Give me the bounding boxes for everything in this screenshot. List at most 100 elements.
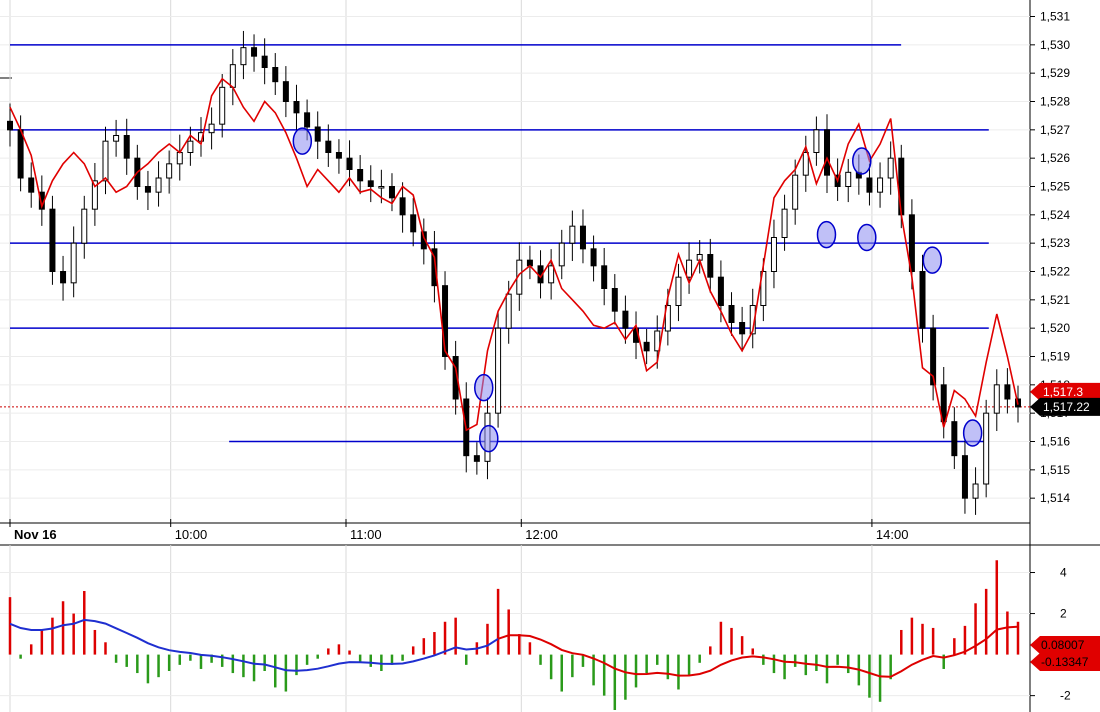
candle	[590, 235, 597, 282]
candle-body-up	[166, 163, 173, 179]
candle-body-up	[569, 225, 576, 244]
candle	[293, 84, 300, 130]
candle-body-down	[739, 322, 746, 335]
candle-body-down	[1004, 384, 1011, 400]
candle	[70, 226, 77, 298]
candle-body-down	[60, 271, 67, 284]
candle-body-down	[144, 186, 151, 193]
candle	[81, 195, 88, 259]
candle	[240, 30, 247, 80]
candlesticks[interactable]	[7, 30, 1021, 515]
candle	[781, 194, 788, 251]
candle-body-down	[123, 135, 130, 159]
candle	[176, 134, 183, 181]
candle-body-up	[993, 384, 1000, 414]
candle-body-up	[887, 157, 894, 179]
candle-body-up	[802, 152, 809, 176]
candle-body-up	[675, 276, 682, 306]
osc-value-tag: 0.08007	[1030, 636, 1100, 654]
osc-horizontal-gridlines	[0, 572, 1030, 697]
y-tick-label: 1,520	[1040, 321, 1070, 335]
osc-signal-red	[497, 625, 1019, 678]
candle-body-up	[792, 174, 799, 210]
candle	[325, 124, 332, 167]
candle	[611, 274, 618, 325]
candle	[845, 159, 852, 203]
candle	[643, 329, 650, 365]
chart-window: 1,5141,5151,5161,5171,5181,5191,5201,521…	[0, 0, 1100, 712]
indicator-line	[9, 77, 1019, 432]
candle-body-up	[155, 177, 162, 193]
candle-body-down	[357, 169, 364, 182]
candle	[739, 306, 746, 352]
candle	[569, 210, 576, 262]
candle-body-down	[611, 288, 618, 312]
candle-body-down	[272, 67, 279, 83]
candle-body-down	[410, 214, 417, 233]
candle	[219, 74, 226, 138]
candle	[877, 162, 884, 208]
touch-markers	[292, 127, 983, 453]
chart-canvas[interactable]: 1,5141,5151,5161,5171,5181,5191,5201,521…	[0, 0, 1100, 712]
horizontal-gridlines	[0, 16, 1030, 499]
candle-body-down	[304, 112, 311, 128]
x-tick-label: Nov 16	[14, 527, 57, 542]
candle	[824, 114, 831, 194]
candle-body-down	[824, 129, 831, 176]
candle-body-down	[282, 81, 289, 102]
candle-body-up	[187, 140, 194, 154]
candle-body-down	[919, 271, 926, 329]
candle-body-down	[643, 341, 650, 352]
candle	[28, 162, 35, 208]
candle-body-down	[335, 152, 342, 159]
osc-tick-label: 4	[1060, 566, 1067, 580]
touch-circle	[292, 127, 313, 155]
candle-body-down	[28, 177, 35, 193]
touch-circle	[474, 373, 494, 402]
y-tick-label: 1,522	[1040, 265, 1070, 279]
candle	[601, 247, 608, 306]
candle-body-down	[622, 310, 629, 329]
red-line-tag-label: 1,517.3	[1043, 385, 1083, 399]
indicator-path	[9, 77, 1019, 432]
candle-body-down	[261, 55, 268, 69]
candle	[314, 111, 321, 160]
candle-body-up	[686, 259, 693, 278]
candle	[60, 255, 67, 301]
price-axis-ticks: 1,5141,5151,5161,5171,5181,5191,5201,521…	[1030, 10, 1070, 505]
candle	[919, 254, 926, 343]
candle-body-up	[229, 64, 236, 88]
candle	[113, 119, 120, 157]
candle-body-up	[176, 152, 183, 165]
y-tick-label: 1,529	[1040, 66, 1070, 80]
osc-value-tag-label: -0.13347	[1041, 655, 1089, 669]
candle	[495, 311, 502, 428]
y-tick-label: 1,514	[1040, 491, 1070, 505]
y-tick-label: 1,521	[1040, 293, 1070, 307]
oscillator-panel[interactable]: 4 2 -2 0.08007 -0.13347	[0, 545, 1100, 712]
candle	[229, 49, 236, 106]
candle-body-down	[17, 129, 24, 179]
candle	[696, 240, 703, 274]
candle	[579, 209, 586, 264]
candle	[102, 126, 109, 195]
x-tick-label: 11:00	[350, 527, 382, 542]
candle	[282, 66, 289, 118]
candle-body-down	[951, 421, 958, 457]
candle-body-up	[240, 47, 247, 66]
candle	[272, 53, 279, 95]
y-tick-label: 1,519	[1040, 350, 1070, 364]
candle-body-down	[49, 208, 56, 273]
price-panel[interactable]: 1,5141,5151,5161,5171,5181,5191,5201,521…	[0, 0, 1100, 546]
candle-body-up	[877, 177, 884, 193]
candle-body-up	[102, 140, 109, 182]
candle-body-down	[590, 248, 597, 267]
candle-body-up	[81, 208, 88, 244]
candle-body-down	[7, 120, 13, 131]
candle	[951, 407, 958, 469]
y-tick-label: 1,524	[1040, 208, 1070, 222]
candle-body-down	[961, 455, 968, 499]
candle-body-down	[707, 254, 714, 278]
candle-body-down	[579, 225, 586, 250]
osc-value-tag-label: 0.08007	[1041, 638, 1085, 652]
